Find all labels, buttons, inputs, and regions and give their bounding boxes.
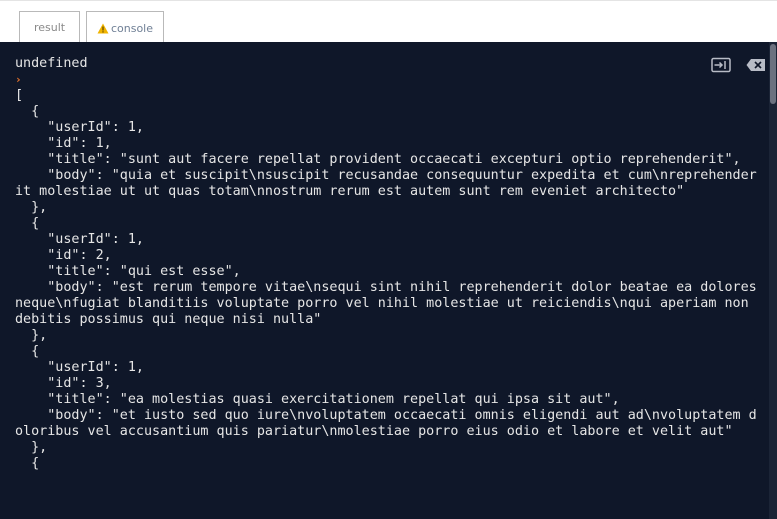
dock-button[interactable] (709, 56, 733, 74)
dock-panel-icon (711, 57, 731, 73)
expand-chevron-icon[interactable]: › (15, 73, 22, 86)
scrollbar-thumb[interactable] (770, 44, 776, 104)
console-first-line: undefined (15, 56, 88, 71)
clear-console-icon (746, 59, 765, 71)
console-output: undefined › [ { "userId": 1, "id": 1, "t… (15, 56, 763, 472)
console-json-output: [ { "userId": 1, "id": 1, "title": "sunt… (15, 88, 757, 471)
tab-bar: result console (0, 0, 777, 44)
tab-result-label: result (33, 21, 66, 34)
tab-console[interactable]: console (86, 11, 164, 44)
console-scrollbar[interactable] (769, 42, 777, 519)
warning-icon (97, 23, 109, 33)
tab-console-label: console (110, 21, 154, 35)
console-panel: undefined › [ { "userId": 1, "id": 1, "t… (0, 42, 777, 519)
tab-result[interactable]: result (19, 11, 80, 43)
clear-button[interactable] (744, 56, 768, 74)
